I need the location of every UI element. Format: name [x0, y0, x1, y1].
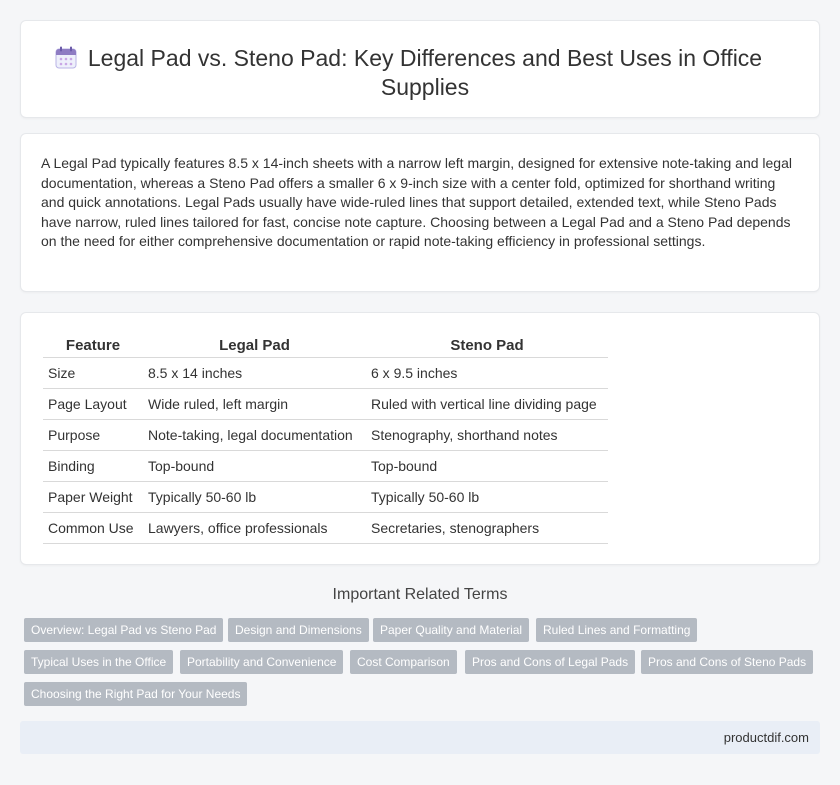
header-legal-pad: Legal Pad [143, 333, 366, 358]
table-row: Paper Weight Typically 50-60 lb Typicall… [43, 481, 608, 513]
footer: productdif.com [20, 721, 820, 754]
intro-paragraph: A Legal Pad typically features 8.5 x 14-… [41, 155, 792, 250]
cell-legal: Wide ruled, left margin [143, 388, 366, 420]
tag-ruled-lines[interactable]: Ruled Lines and Formatting [536, 618, 698, 642]
cell-feature: Paper Weight [43, 481, 143, 513]
tag-choosing-pad[interactable]: Choosing the Right Pad for Your Needs [24, 682, 248, 706]
intro-card: A Legal Pad typically features 8.5 x 14-… [20, 133, 820, 292]
tag-paper-quality[interactable]: Paper Quality and Material [373, 618, 530, 642]
cell-feature: Common Use [43, 512, 143, 544]
cell-steno: Secretaries, stenographers [366, 512, 608, 544]
tag-pros-cons-steno[interactable]: Pros and Cons of Steno Pads [641, 650, 814, 674]
cell-feature: Binding [43, 450, 143, 482]
footer-site-link[interactable]: productdif.com [724, 730, 809, 745]
cell-steno: Stenography, shorthand notes [366, 419, 608, 451]
table-row: Binding Top-bound Top-bound [43, 450, 608, 482]
tag-cost-comparison[interactable]: Cost Comparison [350, 650, 457, 674]
cell-legal: Lawyers, office professionals [143, 512, 366, 544]
table-row: Purpose Note-taking, legal documentation… [43, 419, 608, 451]
cell-legal: Typically 50-60 lb [143, 481, 366, 513]
comparison-table: Feature Legal Pad Steno Pad Size 8.5 x 1… [43, 333, 608, 544]
cell-steno: Typically 50-60 lb [366, 481, 608, 513]
comparison-card: Feature Legal Pad Steno Pad Size 8.5 x 1… [20, 312, 820, 565]
header-feature: Feature [43, 333, 143, 358]
cell-legal: Top-bound [143, 450, 366, 482]
header-card: Legal Pad vs. Steno Pad: Key Differences… [20, 20, 820, 118]
cell-legal: 8.5 x 14 inches [143, 357, 366, 389]
cell-legal: Note-taking, legal documentation [143, 419, 366, 451]
cell-steno: 6 x 9.5 inches [366, 357, 608, 389]
page-title: Legal Pad vs. Steno Pad: Key Differences… [87, 45, 763, 100]
cell-feature: Purpose [43, 419, 143, 451]
table-row: Common Use Lawyers, office professionals… [43, 512, 608, 544]
cell-steno: Top-bound [366, 450, 608, 482]
cell-feature: Size [43, 357, 143, 389]
related-terms-title: Important Related Terms [332, 586, 508, 603]
tag-design-dimensions[interactable]: Design and Dimensions [228, 618, 369, 642]
tag-typical-uses[interactable]: Typical Uses in the Office [24, 650, 174, 674]
tag-portability[interactable]: Portability and Convenience [180, 650, 344, 674]
tag-pros-cons-legal[interactable]: Pros and Cons of Legal Pads [465, 650, 636, 674]
cell-steno: Ruled with vertical line dividing page [366, 388, 608, 420]
header-steno-pad: Steno Pad [366, 333, 608, 358]
cell-feature: Page Layout [43, 388, 143, 420]
tag-overview[interactable]: Overview: Legal Pad vs Steno Pad [24, 618, 224, 642]
table-row: Page Layout Wide ruled, left margin Rule… [43, 388, 608, 420]
table-row: Size 8.5 x 14 inches 6 x 9.5 inches [43, 357, 608, 389]
table-header-row: Feature Legal Pad Steno Pad [43, 333, 608, 358]
